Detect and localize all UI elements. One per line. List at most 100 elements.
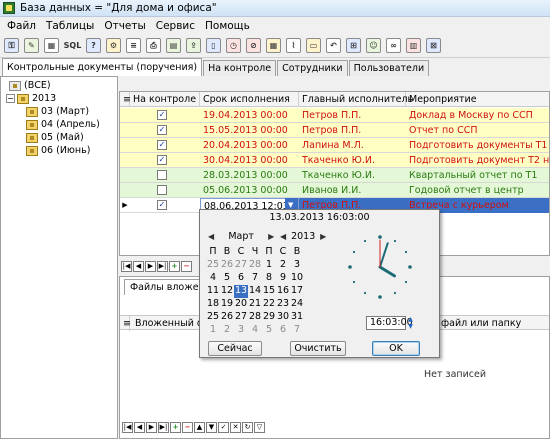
due-date-cell[interactable]: 28.03.2013 00:00 — [200, 168, 299, 183]
calendar-day[interactable]: 30 — [276, 311, 290, 324]
due-date-cell[interactable]: 20.04.2013 00:00 — [200, 138, 299, 153]
on-control-checkbox[interactable] — [157, 185, 167, 195]
header-due-date[interactable]: Срок исполнения — [200, 92, 299, 107]
executor-cell[interactable]: Ткаченко Ю.И. — [299, 153, 406, 168]
folder-icon[interactable]: ▭ — [306, 38, 321, 53]
delete-record-button[interactable]: − — [181, 260, 192, 272]
tree-node-all[interactable]: (ВСЕ) — [9, 80, 51, 91]
tree-node-month[interactable]: 06 (Июнь) — [26, 145, 90, 156]
refresh-button[interactable]: ↻ — [242, 421, 253, 433]
tab-on-control[interactable]: На контроле — [203, 60, 277, 76]
calendar-day[interactable]: 6 — [234, 272, 248, 285]
calendar-day[interactable]: 4 — [248, 324, 262, 337]
connect-icon[interactable]: ⚿ — [4, 38, 19, 53]
time-input[interactable]: 16:03:00 — [366, 316, 413, 330]
executor-cell[interactable]: Петров П.П. — [299, 123, 406, 138]
event-cell[interactable]: Подготовить документы Т1 — [406, 138, 549, 153]
next-record-button[interactable]: ▶ — [145, 260, 156, 272]
table-icon[interactable]: ▥ — [406, 38, 421, 53]
calendar-day[interactable]: 6 — [276, 324, 290, 337]
header-executor[interactable]: Главный исполнитель — [299, 92, 413, 107]
edit-table-icon[interactable]: ✎ — [24, 38, 39, 53]
tree-node-month[interactable]: 03 (Март) — [26, 106, 89, 117]
now-button[interactable]: Сейчас — [208, 341, 262, 356]
calendar-day[interactable]: 2 — [276, 259, 290, 272]
menu-service[interactable]: Сервис — [151, 20, 200, 32]
calendar-day[interactable]: 18 — [206, 298, 220, 311]
users-icon[interactable]: ☺ — [366, 38, 381, 53]
calendar-day[interactable]: 31 — [290, 311, 304, 324]
executor-cell[interactable]: Ткаченко Ю.И. — [299, 168, 406, 183]
document-icon[interactable]: ▯ — [206, 38, 221, 53]
calendar-day[interactable]: 23 — [276, 298, 290, 311]
calendar-day[interactable]: 19 — [220, 298, 234, 311]
undo-icon[interactable]: ↶ — [326, 38, 341, 53]
event-cell[interactable]: Квартальный отчет по Т1 — [406, 168, 549, 183]
tree-icon[interactable]: ⊞ — [346, 38, 361, 53]
calendar-day[interactable]: 27 — [234, 311, 248, 324]
move-up-button[interactable]: ▲ — [194, 421, 205, 433]
table-row[interactable]: ✓ 20.04.2013 00:00 Лапина М.Л. Подготовить … — [120, 138, 549, 153]
print-icon[interactable]: ⎙ — [146, 38, 161, 53]
calendar-day[interactable]: 22 — [262, 298, 276, 311]
calendar-day[interactable]: 24 — [290, 298, 304, 311]
on-control-checkbox[interactable]: ✓ — [157, 140, 167, 150]
prev-month-icon[interactable]: ◀ — [208, 232, 214, 241]
due-date-cell[interactable]: 15.05.2013 00:00 — [200, 123, 299, 138]
on-control-checkbox[interactable]: ✓ — [157, 110, 167, 120]
executor-cell[interactable]: Лапина М.Л. — [299, 138, 406, 153]
calendar-day[interactable]: 10 — [290, 272, 304, 285]
pivot-icon[interactable]: ⊠ — [426, 38, 441, 53]
month-name[interactable]: Март — [217, 231, 265, 242]
calendar-day[interactable]: 7 — [290, 324, 304, 337]
calendar-day[interactable]: 26 — [220, 311, 234, 324]
tree-node-year[interactable]: −2013 — [6, 93, 56, 104]
tree-node-month[interactable]: 05 (Май) — [26, 132, 84, 143]
header-attached-file[interactable]: Вложенный фай — [132, 316, 217, 331]
table-row[interactable]: ✓ 19.04.2013 00:00 Петров П.П. Доклад в Мос… — [120, 108, 549, 123]
executor-cell[interactable]: Иванов И.И. — [299, 183, 406, 198]
calendar-day[interactable]: 28 — [248, 259, 262, 272]
calendar-day[interactable]: 14 — [248, 285, 262, 298]
table-row[interactable]: 05.06.2013 00:00 Иванов И.И. Годовой отчет… — [120, 183, 549, 198]
settings-icon[interactable]: ⚙ — [106, 38, 121, 53]
clear-button[interactable]: Очистить — [290, 341, 346, 356]
delete-record-button[interactable]: − — [182, 421, 193, 433]
header-on-control[interactable]: На контроле — [130, 92, 200, 107]
calendar-day[interactable]: 20 — [234, 298, 248, 311]
header-event[interactable]: Мероприятие — [406, 92, 549, 107]
due-date-cell[interactable]: 30.04.2013 00:00 — [200, 153, 299, 168]
menu-file[interactable]: Файл — [2, 20, 41, 32]
tab-control-documents[interactable]: Контрольные документы (поручения) — [2, 58, 203, 76]
on-control-checkbox[interactable]: ✓ — [157, 200, 167, 210]
header-file-or-folder[interactable]: файл или папку — [438, 316, 548, 331]
stop-icon[interactable]: ⊘ — [246, 38, 261, 53]
calendar-day[interactable]: 3 — [290, 259, 304, 272]
table-row[interactable]: ✓ 15.05.2013 00:00 Петров П.П. Отчет по ССП — [120, 123, 549, 138]
event-cell[interactable]: Подготовить документ Т2 на выезд — [406, 153, 549, 168]
first-record-button[interactable]: |◀ — [122, 421, 133, 433]
calendar-day[interactable]: 5 — [262, 324, 276, 337]
on-control-checkbox[interactable]: ✓ — [157, 125, 167, 135]
grid-icon[interactable]: ▦ — [44, 38, 59, 53]
calendar-day[interactable]: 3 — [234, 324, 248, 337]
next-record-button[interactable]: ▶ — [146, 421, 157, 433]
calendar-day[interactable]: 27 — [234, 259, 248, 272]
last-record-button[interactable]: ▶| — [157, 260, 168, 272]
filter-button[interactable]: ▽ — [254, 421, 265, 433]
event-cell[interactable]: Отчет по ССП — [406, 123, 549, 138]
table-row[interactable]: ✓ 30.04.2013 00:00 Ткаченко Ю.И. Подготовит… — [120, 153, 549, 168]
last-record-button[interactable]: ▶| — [158, 421, 169, 433]
ok-button[interactable]: OK — [372, 341, 420, 356]
calendar-day[interactable]: 17 — [290, 285, 304, 298]
prev-year-icon[interactable]: ◀ — [280, 232, 286, 241]
table-row[interactable]: 28.03.2013 00:00 Ткаченко Ю.И. Квартальный… — [120, 168, 549, 183]
prior-record-button[interactable]: ◀ — [133, 260, 144, 272]
calendar-day[interactable]: 8 — [262, 272, 276, 285]
attach-icon[interactable]: ⌇ — [286, 38, 301, 53]
menu-tables[interactable]: Таблицы — [41, 20, 99, 32]
menu-help[interactable]: Помощь — [200, 20, 255, 32]
calendar-day[interactable]: 26 — [220, 259, 234, 272]
event-cell[interactable]: Доклад в Москву по ССП — [406, 108, 549, 123]
menu-reports[interactable]: Отчеты — [99, 20, 150, 32]
